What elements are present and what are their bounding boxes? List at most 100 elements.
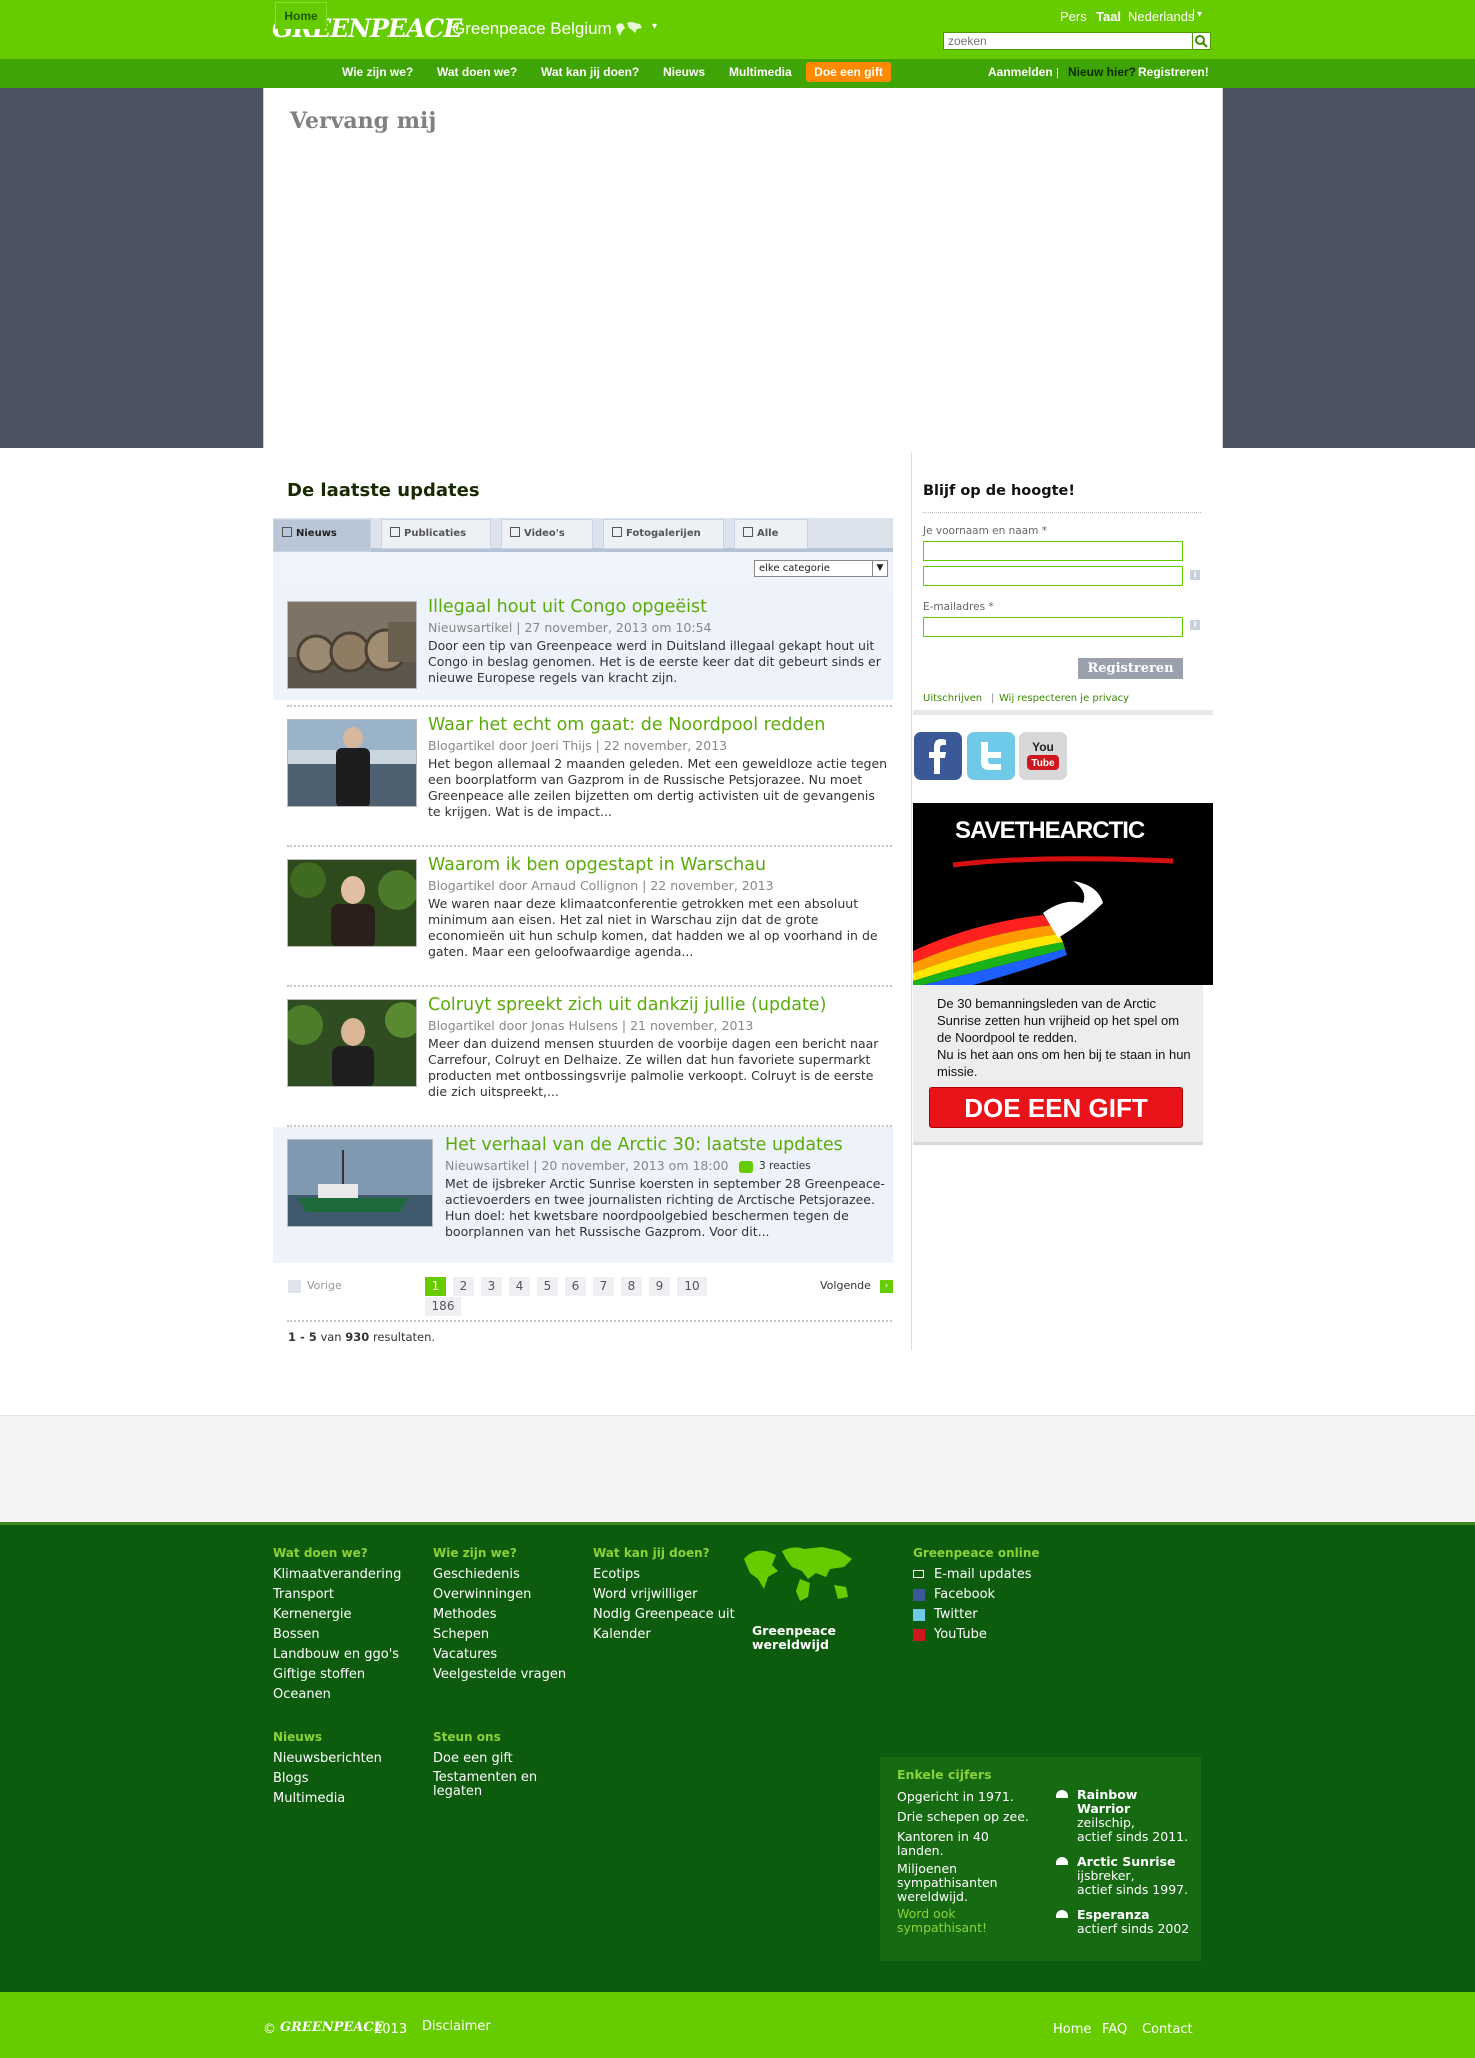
list-item[interactable]: Waarom ik ben opgestapt in Warschau Blog… xyxy=(273,847,893,983)
footer-link[interactable]: Oceanen xyxy=(273,1687,331,1702)
page-3[interactable]: 3 xyxy=(481,1277,502,1296)
disclaimer-link[interactable]: Disclaimer xyxy=(422,2019,491,2034)
chevron-down-icon[interactable]: ▾ xyxy=(652,21,657,32)
footer-link[interactable]: Twitter xyxy=(934,1607,978,1622)
footer-link[interactable]: Vacatures xyxy=(433,1647,497,1662)
nav-wat-doen-we[interactable]: Wat doen we? xyxy=(437,65,517,79)
page-5[interactable]: 5 xyxy=(537,1277,558,1296)
footer-link[interactable]: Ecotips xyxy=(593,1567,640,1582)
email-field[interactable] xyxy=(923,617,1183,637)
footer-link[interactable]: YouTube xyxy=(934,1627,987,1642)
article-title[interactable]: Waar het echt om gaat: de Noordpool redd… xyxy=(428,715,825,735)
unsubscribe-link[interactable]: Uitschrijven xyxy=(923,693,982,704)
tab-nieuws[interactable]: Nieuws xyxy=(273,519,371,552)
footer-link[interactable]: Overwinningen xyxy=(433,1587,531,1602)
category-select[interactable]: elke categorie ▼ xyxy=(754,560,888,577)
article-thumbnail[interactable] xyxy=(287,601,417,689)
footer-link[interactable]: Methodes xyxy=(433,1607,497,1622)
comment-count[interactable]: 3 reacties xyxy=(759,1160,811,1172)
footer-link[interactable]: Geschiedenis xyxy=(433,1567,520,1582)
footer-link[interactable]: Blogs xyxy=(273,1771,309,1786)
nav-nieuws[interactable]: Nieuws xyxy=(663,65,705,79)
search-icon[interactable] xyxy=(1192,32,1211,50)
article-title[interactable]: Colruyt spreekt zich uit dankzij jullie … xyxy=(428,995,826,1015)
page-4[interactable]: 4 xyxy=(509,1277,530,1296)
page-2[interactable]: 2 xyxy=(453,1277,474,1296)
register-link[interactable]: Registreren! xyxy=(1138,65,1209,79)
footer-link[interactable]: Facebook xyxy=(934,1587,995,1602)
pers-link[interactable]: Pers xyxy=(1060,9,1087,24)
tab-alle[interactable]: Alle xyxy=(734,519,808,549)
sympathisant-link[interactable]: Word ook sympathisant! xyxy=(897,1907,997,1935)
tab-videos[interactable]: Video's xyxy=(501,519,593,549)
footer-faq-link[interactable]: FAQ xyxy=(1102,2022,1127,2037)
footer-link[interactable]: Kernenergie xyxy=(273,1607,351,1622)
footer-link[interactable]: Giftige stoffen xyxy=(273,1667,365,1682)
article-thumbnail[interactable] xyxy=(287,1139,433,1227)
prev-link[interactable]: Vorige xyxy=(307,1279,342,1292)
youtube-icon[interactable]: You Tube xyxy=(1019,732,1067,780)
page-9[interactable]: 9 xyxy=(649,1277,670,1296)
article-title[interactable]: Waarom ik ben opgestapt in Warschau xyxy=(428,855,766,875)
footer-link[interactable]: Word vrijwilliger xyxy=(593,1587,697,1602)
search-input[interactable] xyxy=(943,32,1193,50)
footer-link[interactable]: Nodig Greenpeace uit xyxy=(593,1607,735,1622)
chevron-left-icon[interactable] xyxy=(288,1280,301,1293)
login-link[interactable]: Aanmelden xyxy=(988,65,1053,79)
footer-link[interactable]: Nieuwsberichten xyxy=(273,1751,382,1766)
twitter-icon[interactable] xyxy=(967,732,1015,780)
last-name-field[interactable] xyxy=(923,566,1183,586)
article-thumbnail[interactable] xyxy=(287,859,417,947)
nav-home[interactable]: Home xyxy=(275,2,327,29)
page-10[interactable]: 10 xyxy=(677,1277,707,1296)
nav-doe-een-gift-button[interactable]: Doe een gift xyxy=(806,62,891,82)
footer-link[interactable]: Veelgestelde vragen xyxy=(433,1667,566,1682)
doe-een-gift-button[interactable]: DOE EEN GIFT xyxy=(929,1087,1183,1128)
next-link[interactable]: Volgende xyxy=(820,1279,871,1292)
chevron-down-icon[interactable]: ▾ xyxy=(1193,9,1202,20)
footer-link[interactable]: Bossen xyxy=(273,1627,320,1642)
first-name-field[interactable] xyxy=(923,541,1183,561)
facts-title: Enkele cijfers xyxy=(897,1767,992,1782)
article-thumbnail[interactable] xyxy=(287,719,417,807)
list-item[interactable]: Waar het echt om gaat: de Noordpool redd… xyxy=(273,707,893,843)
privacy-link[interactable]: Wij respecteren je privacy xyxy=(999,693,1129,704)
info-icon[interactable]: i xyxy=(1190,570,1200,580)
article-title[interactable]: Het verhaal van de Arctic 30: laatste up… xyxy=(445,1135,843,1155)
page-7[interactable]: 7 xyxy=(593,1277,614,1296)
language-select[interactable]: Nederlands xyxy=(1128,9,1195,24)
list-item[interactable]: Colruyt spreekt zich uit dankzij jullie … xyxy=(273,987,893,1123)
footer-link[interactable]: Klimaatverandering xyxy=(273,1567,401,1582)
footer-link[interactable]: Schepen xyxy=(433,1627,489,1642)
world-map-icon[interactable] xyxy=(742,1545,857,1607)
article-thumbnail[interactable] xyxy=(287,999,417,1087)
save-the-arctic-banner[interactable]: SAVETHEARCTIC xyxy=(913,803,1213,985)
tab-fotogalerijen[interactable]: Fotogalerijen xyxy=(603,519,724,549)
footer-home-link[interactable]: Home xyxy=(1053,2022,1091,2037)
info-icon[interactable]: i xyxy=(1190,620,1200,630)
nav-multimedia[interactable]: Multimedia xyxy=(729,65,792,79)
footer-link[interactable]: Multimedia xyxy=(273,1791,345,1806)
footer-link[interactable]: Transport xyxy=(273,1587,334,1602)
page-8[interactable]: 8 xyxy=(621,1277,642,1296)
footer-link[interactable]: Kalender xyxy=(593,1627,651,1642)
facebook-icon[interactable] xyxy=(914,732,962,780)
article-title[interactable]: Illegaal hout uit Congo opgeëist xyxy=(428,597,707,617)
list-item[interactable]: Het verhaal van de Arctic 30: laatste up… xyxy=(273,1127,893,1263)
nav-wat-kan-jij-doen[interactable]: Wat kan jij doen? xyxy=(541,65,639,79)
footer-link[interactable]: E-mail updates xyxy=(934,1567,1031,1582)
footer-link[interactable]: Testamenten en legaten xyxy=(433,1771,543,1799)
tab-publicaties[interactable]: Publicaties xyxy=(381,519,491,549)
register-button[interactable]: Registreren xyxy=(1078,658,1183,679)
page-1[interactable]: 1 xyxy=(425,1277,446,1296)
world-link[interactable]: Greenpeace wereldwijd xyxy=(752,1624,852,1652)
list-item[interactable]: Illegaal hout uit Congo opgeëist Nieuwsa… xyxy=(273,589,893,700)
globe-icon[interactable] xyxy=(614,20,644,38)
footer-link[interactable]: Landbouw en ggo's xyxy=(273,1647,399,1662)
footer-link[interactable]: Doe een gift xyxy=(433,1751,513,1766)
chevron-right-icon[interactable]: › xyxy=(880,1280,893,1293)
nav-wie-zijn-we[interactable]: Wie zijn we? xyxy=(342,65,413,79)
footer-contact-link[interactable]: Contact xyxy=(1142,2022,1193,2037)
page-186[interactable]: 186 xyxy=(425,1297,461,1316)
page-6[interactable]: 6 xyxy=(565,1277,586,1296)
